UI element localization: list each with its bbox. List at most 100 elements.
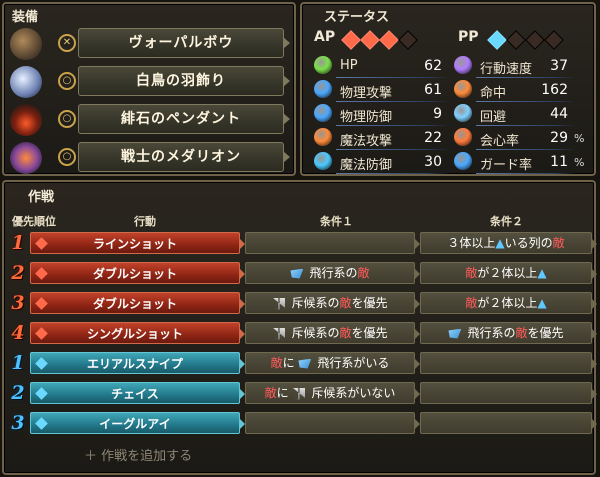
tactic-row[interactable]: 4 シングルショット 斥候系の敵を優先 飛行系の敵を優先 [4, 321, 598, 345]
condition-2-button[interactable] [420, 352, 597, 374]
header-condition-1: 条件１ [320, 215, 353, 228]
armor-icon [314, 104, 332, 122]
enemy-text: 敵 [515, 326, 528, 340]
stat-unit: % [574, 156, 585, 169]
gem-empty-icon [525, 30, 545, 50]
triangle-icon: ▲ [495, 236, 505, 250]
condition-2-button[interactable]: 敵が２体以上▲ [420, 262, 597, 284]
condition-1-button[interactable]: 飛行系の敵 [245, 262, 420, 284]
critical-icon [454, 128, 472, 146]
ap-label: AP [314, 29, 336, 45]
tactic-row[interactable]: 2 チェイス 敵に 斥候系がいない [4, 381, 598, 405]
stat-value: 22 [424, 130, 442, 146]
stat-underline [476, 125, 576, 126]
condition-text: 飛行系がいる [317, 356, 390, 370]
equipment-panel: 装備 ✕ ヴォーパルボウ ○ 白鳥の羽飾り ○ 緋石のペンダント ○ 戦士のメダ… [2, 2, 296, 176]
enemy-text: 敵 [270, 356, 283, 370]
condition-1-button[interactable] [245, 232, 420, 254]
condition-text: に [276, 386, 293, 400]
ap-gem-icon [35, 237, 48, 250]
condition-text: が２体以上 [477, 266, 538, 280]
evade-icon [454, 104, 472, 122]
action-button[interactable]: イーグルアイ [30, 412, 245, 434]
header-condition-2: 条件２ [490, 215, 523, 228]
tactic-row[interactable]: 3 ダブルショット 斥候系の敵を優先 敵が２体以上▲ [4, 291, 598, 315]
condition-1-button[interactable]: 斥候系の敵を優先 [245, 292, 420, 314]
tactic-row[interactable]: 1 ラインショット ３体以上▲いる列の敵 [4, 231, 598, 255]
pp-gem-icon [35, 387, 48, 400]
equipment-slot-4[interactable]: ○ 戦士のメダリオン [8, 140, 292, 176]
condition-2-button[interactable] [420, 412, 597, 434]
stat-row: ガード率 11% [454, 152, 592, 174]
stat-value: 9 [433, 106, 442, 122]
priority-number: 3 [11, 412, 25, 434]
equipment-slot-1[interactable]: ✕ ヴォーパルボウ [8, 26, 292, 62]
flying-type-icon [290, 268, 304, 279]
stat-row: 魔法防御 30 [314, 152, 466, 174]
equipment-name: ヴォーパルボウ [78, 28, 290, 58]
condition-2-button[interactable]: 飛行系の敵を優先 [420, 322, 597, 344]
stat-underline [476, 77, 576, 78]
stat-row: 回避 44 [454, 104, 592, 126]
equipment-title: 装備 [12, 10, 39, 25]
action-button[interactable]: シングルショット [30, 322, 245, 344]
condition-1-button[interactable] [245, 412, 420, 434]
enemy-text: 敵 [339, 326, 352, 340]
header-priority: 優先順位 [12, 215, 56, 228]
priority-number: 2 [11, 382, 25, 404]
condition-text: に [282, 356, 299, 370]
condition-2-button[interactable] [420, 382, 597, 404]
add-tactic-button[interactable]: ＋ 作戦を追加する [84, 445, 192, 464]
stat-value: 30 [424, 154, 442, 170]
accessory-icon: ○ [58, 72, 76, 90]
pendant-art-icon [10, 104, 42, 136]
accessory-icon: ○ [58, 148, 76, 166]
header-action: 行動 [134, 215, 156, 228]
accessory-icon: ○ [58, 110, 76, 128]
wand-icon [314, 128, 332, 146]
action-button[interactable]: エリアルスナイプ [30, 352, 245, 374]
priority-number: 1 [11, 232, 25, 254]
action-button[interactable]: ラインショット [30, 232, 245, 254]
stat-underline [476, 101, 576, 102]
condition-1-button[interactable]: 斥候系の敵を優先 [245, 322, 420, 344]
tactic-row[interactable]: 1 エリアルスナイプ 敵に 飛行系がいる [4, 351, 598, 375]
gem-empty-icon [398, 30, 418, 50]
gem-empty-icon [544, 30, 564, 50]
action-button[interactable]: ダブルショット [30, 262, 245, 284]
stat-label: 会心率 [480, 134, 520, 149]
tactic-row[interactable]: 2 ダブルショット 飛行系の敵 敵が２体以上▲ [4, 261, 598, 285]
enemy-text: 敵 [264, 386, 277, 400]
stat-underline [336, 149, 450, 150]
action-label: チェイス [111, 387, 159, 401]
condition-text: いる列の [504, 236, 553, 250]
priority-number: 1 [11, 352, 25, 374]
status-title: ステータス [324, 10, 390, 25]
stat-underline [476, 173, 576, 174]
triangle-icon: ▲ [537, 266, 547, 280]
scout-type-icon [272, 297, 286, 310]
stat-label: HP [340, 58, 358, 73]
action-button[interactable]: ダブルショット [30, 292, 245, 314]
stat-underline [336, 125, 450, 126]
tactic-row[interactable]: 3 イーグルアイ [4, 411, 598, 435]
action-button[interactable]: チェイス [30, 382, 245, 404]
equipment-slot-2[interactable]: ○ 白鳥の羽飾り [8, 64, 292, 100]
stat-value: 11 [550, 154, 568, 170]
condition-1-button[interactable]: 敵に 斥候系がいない [245, 382, 420, 404]
action-label: イーグルアイ [99, 417, 171, 431]
stat-unit: % [574, 132, 585, 145]
condition-2-button[interactable]: 敵が２体以上▲ [420, 292, 597, 314]
pp-gem-icon [35, 357, 48, 370]
equipment-slot-3[interactable]: ○ 緋石のペンダント [8, 102, 292, 138]
condition-text: 斥候系がいない [311, 386, 396, 400]
condition-text: 斥候系の [291, 326, 340, 340]
gem-empty-icon [506, 30, 526, 50]
stat-label: 行動速度 [480, 62, 533, 77]
stat-underline [336, 101, 450, 102]
condition-1-button[interactable]: 敵に 飛行系がいる [245, 352, 420, 374]
condition-2-button[interactable]: ３体以上▲いる列の敵 [420, 232, 597, 254]
enemy-text: 敵 [552, 236, 565, 250]
equipment-name: 戦士のメダリオン [78, 142, 290, 172]
flying-type-icon [298, 358, 312, 369]
